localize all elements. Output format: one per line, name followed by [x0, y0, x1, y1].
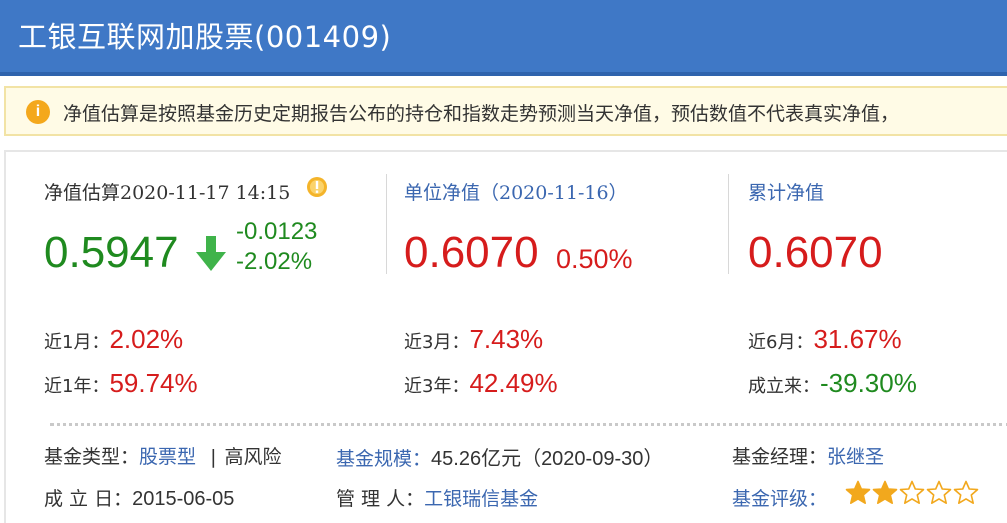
return-value: 42.49% [469, 368, 558, 398]
unit-nav-change-pct: 0.50% [556, 244, 633, 274]
estimate-disclaimer: i 净值估算是按照基金历史定期报告公布的持仓和指数走势预测当天净值，预估数值不代… [4, 86, 1007, 136]
header-bottom-bar [0, 72, 1007, 76]
inception-row: 成 立 日：2015-06-05 [44, 484, 234, 511]
return-1m: 近1月：2.02% [44, 324, 183, 355]
inception-label: 成 立 日： [44, 488, 133, 510]
return-value: 31.67% [813, 324, 902, 354]
return-label: 近3年： [404, 376, 470, 397]
disclaimer-text: 净值估算是按照基金历史定期报告公布的持仓和指数走势预测当天净值，预估数值不代表真… [63, 103, 900, 125]
info-icon: i [26, 100, 50, 124]
return-value: 59.74% [109, 368, 198, 398]
estimate-change: -0.0123 [236, 218, 318, 245]
warning-icon[interactable] [306, 176, 328, 198]
return-label: 近1月： [44, 332, 110, 353]
unit-nav-value: 0.6070 [404, 228, 539, 277]
custodian-link[interactable]: 工银瑞信基金 [424, 488, 538, 510]
return-value: 7.43% [469, 324, 544, 354]
inception-value: 2015-06-05 [132, 488, 235, 510]
fund-manager-row: 基金经理：张继圣 [732, 442, 884, 469]
star-filled-icon [845, 480, 871, 505]
estimate-value: 0.5947 [44, 228, 179, 277]
star-empty-icon [899, 480, 925, 505]
rating-row: 基金评级： [732, 484, 827, 511]
fund-type-link[interactable]: 股票型 [139, 446, 196, 468]
return-label: 近1年： [44, 376, 110, 397]
fund-summary-panel: 净值估算2020-11-17 14:15 0.5947 -0.0123 -2.0… [4, 150, 1007, 523]
separator: | [210, 446, 217, 468]
return-since-inception: 成立来：-39.30% [748, 368, 917, 399]
estimate-label: 净值估算2020-11-17 14:15 [44, 182, 291, 204]
cumulative-nav-value: 0.6070 [748, 228, 883, 277]
fund-size-value: 45.26亿元（2020-09-30） [431, 448, 664, 470]
return-label: 近3月： [404, 332, 470, 353]
return-value: -39.30% [820, 368, 917, 398]
column-divider [386, 174, 387, 274]
fund-size-row: 基金规模：45.26亿元（2020-09-30） [336, 442, 663, 471]
return-3m: 近3月：7.43% [404, 324, 543, 355]
fund-type-row: 基金类型：股票型 | 高风险 [44, 442, 282, 469]
risk-level: 高风险 [224, 446, 282, 468]
star-empty-icon [953, 480, 979, 505]
star-filled-icon [872, 480, 898, 505]
unit-nav-label: 单位净值（2020-11-16） [404, 182, 628, 204]
fund-manager-label: 基金经理： [732, 446, 828, 468]
dotted-divider [50, 423, 1007, 426]
return-6m: 近6月：31.67% [748, 324, 902, 355]
down-arrow-icon [196, 236, 226, 271]
return-1y: 近1年：59.74% [44, 368, 198, 399]
return-label: 成立来： [748, 376, 820, 397]
cumulative-nav-label: 累计净值 [748, 182, 825, 204]
custodian-row: 管 理 人：工银瑞信基金 [336, 484, 538, 511]
return-label: 近6月： [748, 332, 814, 353]
estimate-change-pct: -2.02% [236, 248, 313, 275]
page-header: 工银互联网加股票(001409) [0, 0, 1007, 76]
fund-title: 工银互联网加股票(001409) [18, 20, 392, 54]
fund-size-label[interactable]: 基金规模： [336, 448, 431, 470]
column-divider [728, 174, 729, 274]
fund-rating-stars [845, 480, 980, 506]
rating-label[interactable]: 基金评级： [732, 488, 827, 510]
custodian-label: 管 理 人： [336, 488, 425, 510]
return-3y: 近3年：42.49% [404, 368, 558, 399]
fund-manager-link[interactable]: 张继圣 [827, 446, 884, 468]
fund-type-label: 基金类型： [44, 446, 140, 468]
star-empty-icon [926, 480, 952, 505]
return-value: 2.02% [109, 324, 184, 354]
